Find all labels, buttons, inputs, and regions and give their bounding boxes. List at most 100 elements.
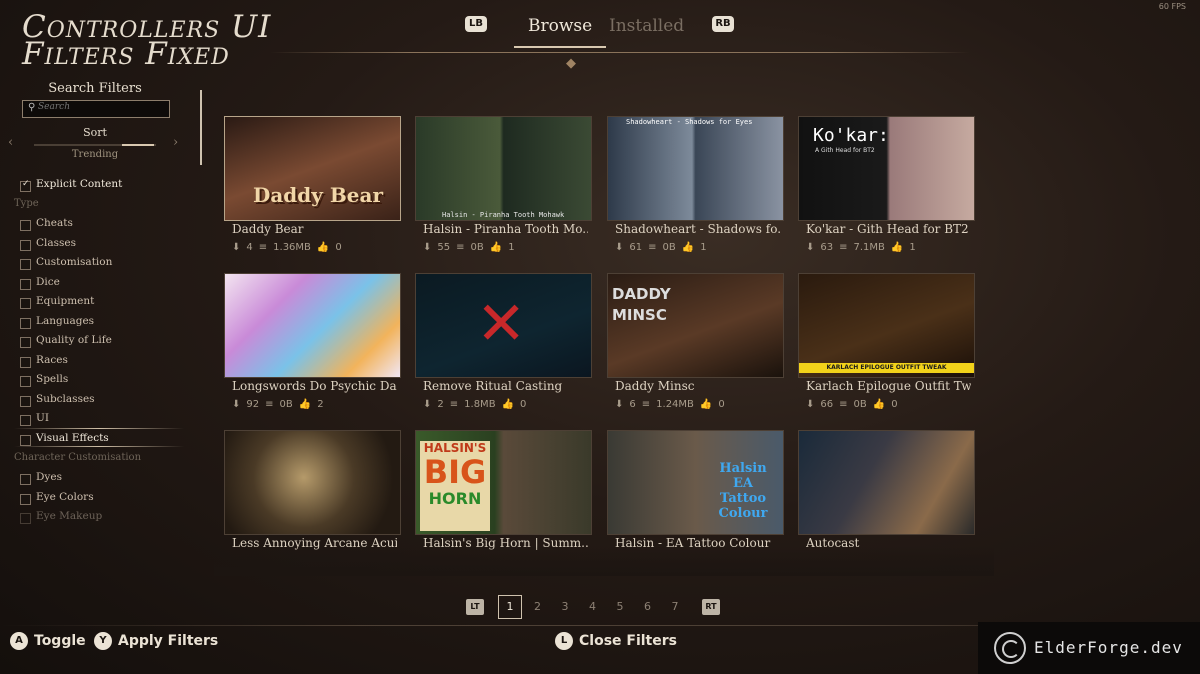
checkbox[interactable] — [20, 356, 31, 368]
ornament-icon: ◆ — [566, 56, 576, 71]
page-2-button[interactable]: 2 — [526, 595, 550, 619]
mod-stats: ⬇ 4 ≡ 1.36MB 👍 0 — [232, 242, 342, 253]
checkbox[interactable] — [20, 434, 31, 446]
download-icon: ⬇ — [423, 242, 432, 253]
thumb-subcaption: A Gith Head for BT2 — [815, 147, 875, 154]
mod-thumbnail[interactable]: KARLACH EPILOGUE OUTFIT TWEAK — [798, 273, 975, 378]
thumb-caption: KARLACH EPILOGUE OUTFIT TWEAK — [799, 363, 974, 373]
close-filters-hint[interactable]: L Close Filters — [555, 632, 677, 654]
sort-slider[interactable] — [34, 144, 156, 146]
size-icon: ≡ — [839, 242, 848, 253]
mod-card[interactable]: Halsin EA Tattoo Colour Halsin - EA Tatto… — [607, 430, 784, 565]
mod-card[interactable]: Halsin - Piranha Tooth Mohawk Halsin - Pi… — [415, 116, 592, 253]
checkbox[interactable] — [20, 513, 31, 524]
lt-button-icon[interactable]: LT — [466, 599, 484, 615]
thumb-caption: Halsin - Piranha Tooth Mohawk — [442, 211, 565, 219]
checkbox[interactable] — [20, 376, 31, 387]
grid-fade — [214, 546, 994, 576]
mod-title: Halsin - Piranha Tooth Mo... — [423, 222, 588, 236]
like-icon: 👍 — [298, 399, 312, 410]
search-input[interactable] — [38, 102, 163, 112]
mod-thumbnail[interactable] — [798, 430, 975, 535]
sort-slider-thumb[interactable] — [122, 144, 154, 146]
mod-thumbnail[interactable]: Halsin EA Tattoo Colour — [607, 430, 784, 535]
like-icon: 👍 — [890, 242, 904, 253]
mod-card[interactable]: Less Annoying Arcane Acuity — [224, 430, 401, 565]
checkbox[interactable] — [20, 259, 31, 270]
mod-thumbnail[interactable]: Ko'kar: A Gith Head for BT2 — [798, 116, 975, 221]
watermark-text: ElderForge.dev — [1034, 638, 1183, 657]
app-logo: Controllers UI Filters Fixed — [22, 12, 271, 72]
selection-highlight — [14, 427, 184, 429]
logo-line-2: Filters Fixed — [22, 36, 230, 72]
rb-button-icon[interactable]: RB — [712, 16, 734, 32]
page-6-button[interactable]: 6 — [636, 595, 660, 619]
page-4-button[interactable]: 4 — [581, 595, 605, 619]
mod-title: Ko'kar - Gith Head for BT2 — [806, 222, 969, 236]
checkbox[interactable] — [20, 220, 31, 231]
l-stick-icon: L — [555, 632, 573, 650]
mod-thumbnail[interactable]: Halsin - Piranha Tooth Mohawk — [415, 116, 592, 221]
mod-title: Karlach Epilogue Outfit Tw... — [806, 379, 971, 393]
mod-card[interactable]: Daddy Bear Daddy Bear ⬇ 4 ≡ 1.36MB 👍 0 — [224, 116, 401, 253]
mod-card[interactable]: KARLACH EPILOGUE OUTFIT TWEAK Karlach Epi… — [798, 273, 975, 410]
mod-card[interactable]: HALSIN'S BIG HORN Halsin's Big Horn | Summ.… — [415, 430, 592, 565]
section-type: Type — [14, 198, 39, 209]
tab-installed[interactable]: Installed — [609, 16, 684, 36]
mod-stats: ⬇ 2 ≡ 1.8MB 👍 0 — [423, 399, 527, 410]
elderforge-logo-icon — [994, 632, 1026, 664]
sidebar-scrollbar[interactable] — [200, 90, 202, 165]
checkbox[interactable] — [20, 474, 31, 485]
page-7-button[interactable]: 7 — [663, 595, 687, 619]
sort-right-arrow-icon[interactable]: › — [173, 135, 178, 150]
download-icon: ⬇ — [232, 399, 241, 410]
checkbox[interactable] — [20, 493, 31, 505]
thumb-caption: Ko'kar: — [813, 125, 889, 146]
like-icon: 👍 — [316, 242, 330, 253]
tab-browse[interactable]: Browse — [513, 16, 607, 48]
checkbox[interactable] — [20, 179, 31, 192]
thumb-caption: Shadowheart - Shadows for Eyes — [626, 118, 753, 126]
page-1-button[interactable]: 1 — [498, 595, 522, 619]
mod-card[interactable]: Autocast — [798, 430, 975, 565]
checkbox[interactable] — [20, 278, 31, 290]
size-icon: ≡ — [449, 399, 459, 410]
mod-thumbnail[interactable]: ✕ — [415, 273, 592, 378]
thumb-caption: Halsin EA Tattoo Colour — [718, 461, 768, 521]
checkbox[interactable] — [20, 337, 31, 348]
size-icon: ≡ — [641, 399, 651, 410]
download-icon: ⬇ — [423, 399, 432, 410]
mod-thumbnail[interactable]: DADDY MINSC — [607, 273, 784, 378]
search-filters-title: Search Filters — [48, 81, 142, 96]
mod-card[interactable]: ✕ Remove Ritual Casting ⬇ 2 ≡ 1.8MB 👍 0 — [415, 273, 592, 410]
section-character-customisation: Character Customisation — [14, 452, 142, 463]
mod-thumbnail[interactable] — [224, 273, 401, 378]
apply-filters-hint[interactable]: Y Apply Filters — [94, 632, 218, 654]
checkbox[interactable] — [20, 239, 31, 251]
mod-thumbnail[interactable]: Shadowheart - Shadows for Eyes — [607, 116, 784, 221]
rt-button-icon[interactable]: RT — [702, 599, 720, 615]
mod-card[interactable]: Shadowheart - Shadows for Eyes Shadowhear… — [607, 116, 784, 253]
toggle-hint[interactable]: A Toggle — [10, 632, 86, 654]
mod-stats: ⬇ 55 ≡ 0B 👍 1 — [423, 242, 515, 253]
search-field[interactable]: ⚲ — [22, 100, 170, 118]
sort-left-arrow-icon[interactable]: ‹ — [8, 135, 13, 150]
mod-thumbnail[interactable]: Daddy Bear — [224, 116, 401, 221]
mod-thumbnail[interactable] — [224, 430, 401, 535]
checkbox[interactable] — [20, 395, 31, 407]
mod-title: Longswords Do Psychic Da... — [232, 379, 397, 393]
a-button-icon: A — [10, 632, 28, 650]
mod-thumbnail[interactable]: HALSIN'S BIG HORN — [415, 430, 592, 535]
mod-card[interactable]: DADDY MINSC Daddy Minsc ⬇ 6 ≡ 1.24MB 👍 0 — [607, 273, 784, 410]
lb-button-icon[interactable]: LB — [465, 16, 487, 32]
checkbox[interactable] — [20, 415, 31, 426]
watermark: ElderForge.dev — [978, 622, 1200, 674]
mod-card[interactable]: Ko'kar: A Gith Head for BT2 Ko'kar - Gith … — [798, 116, 975, 253]
checkbox[interactable] — [20, 317, 31, 329]
page-3-button[interactable]: 3 — [553, 595, 577, 619]
mod-card[interactable]: Longswords Do Psychic Da... ⬇ 92 ≡ 0B 👍 2 — [224, 273, 401, 410]
page-5-button[interactable]: 5 — [608, 595, 632, 619]
mod-title: Daddy Bear — [232, 222, 304, 236]
thumb-caption: Daddy Bear — [253, 183, 383, 207]
checkbox[interactable] — [20, 298, 31, 309]
